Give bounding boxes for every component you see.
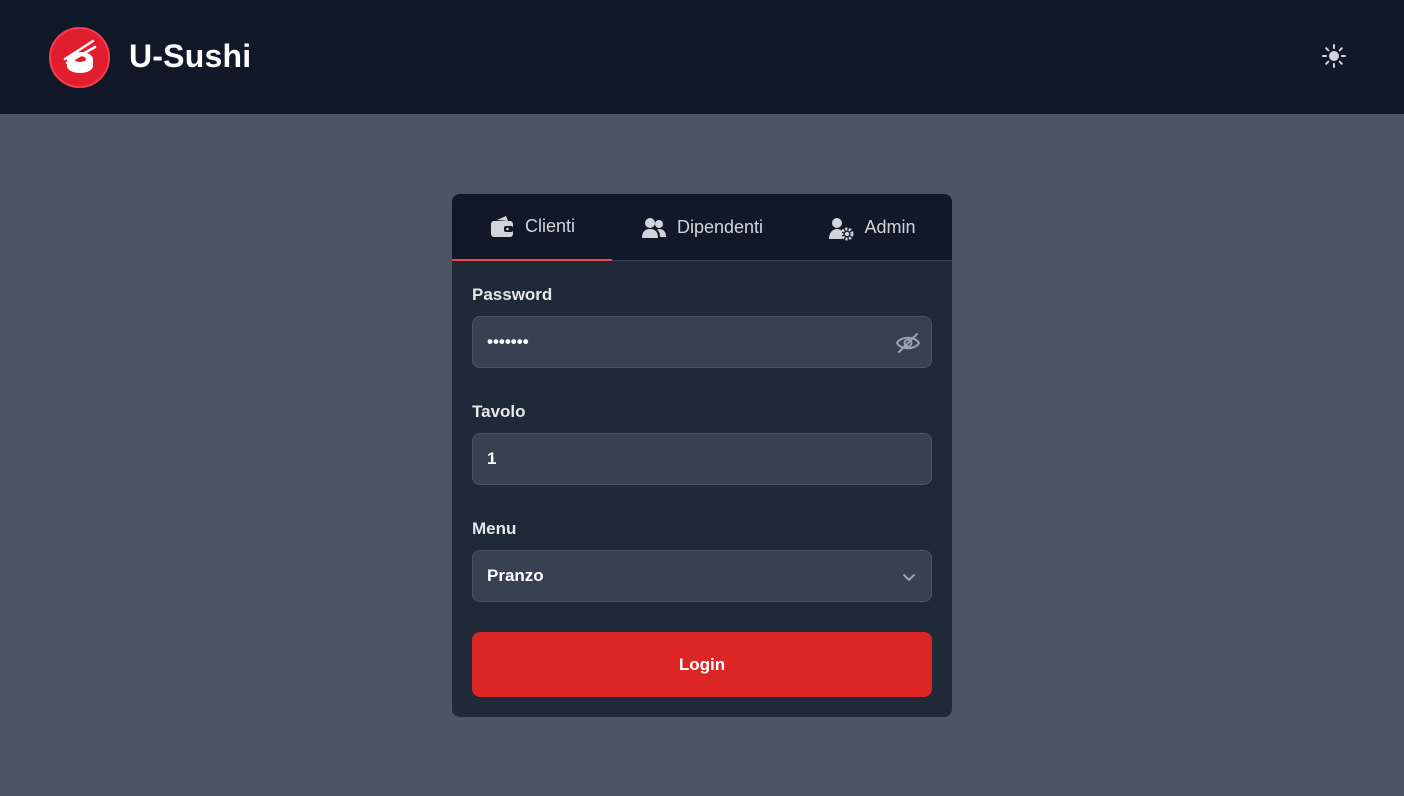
login-tabs: Clienti Dipendenti Admin — [452, 194, 952, 261]
tavolo-label: Tavolo — [472, 402, 526, 421]
password-value: ••••••• — [487, 332, 529, 351]
password-field[interactable]: ••••••• — [472, 316, 932, 368]
wallet-icon — [489, 214, 515, 240]
menu-label: Menu — [472, 519, 517, 538]
tab-dipendenti-label: Dipendenti — [676, 217, 764, 237]
eye-slash-icon[interactable] — [895, 330, 921, 356]
tab-admin[interactable]: Admin — [792, 194, 952, 261]
brand-name: U-Sushi — [129, 38, 252, 74]
tab-clienti-label: Clienti — [524, 216, 576, 236]
tavolo-field[interactable]: 1 — [472, 433, 932, 485]
menu-selected-value: Pranzo — [487, 566, 544, 585]
users-icon — [641, 215, 667, 241]
tab-dipendenti[interactable]: Dipendenti — [622, 194, 782, 261]
sushi-logo-icon[interactable] — [49, 27, 110, 88]
tab-admin-label: Admin — [864, 217, 916, 237]
menu-select[interactable]: Pranzo — [472, 550, 932, 602]
login-card: Clienti Dipendenti Admin Password ••••••… — [452, 194, 952, 717]
chevron-down-icon — [901, 569, 917, 585]
tab-clienti[interactable]: Clienti — [452, 194, 612, 261]
top-header: U-Sushi — [0, 0, 1404, 114]
login-button[interactable]: Login — [472, 632, 932, 697]
user-gear-icon — [828, 215, 854, 241]
tavolo-value: 1 — [487, 449, 497, 468]
sun-icon[interactable] — [1320, 42, 1348, 70]
password-label: Password — [472, 285, 553, 304]
